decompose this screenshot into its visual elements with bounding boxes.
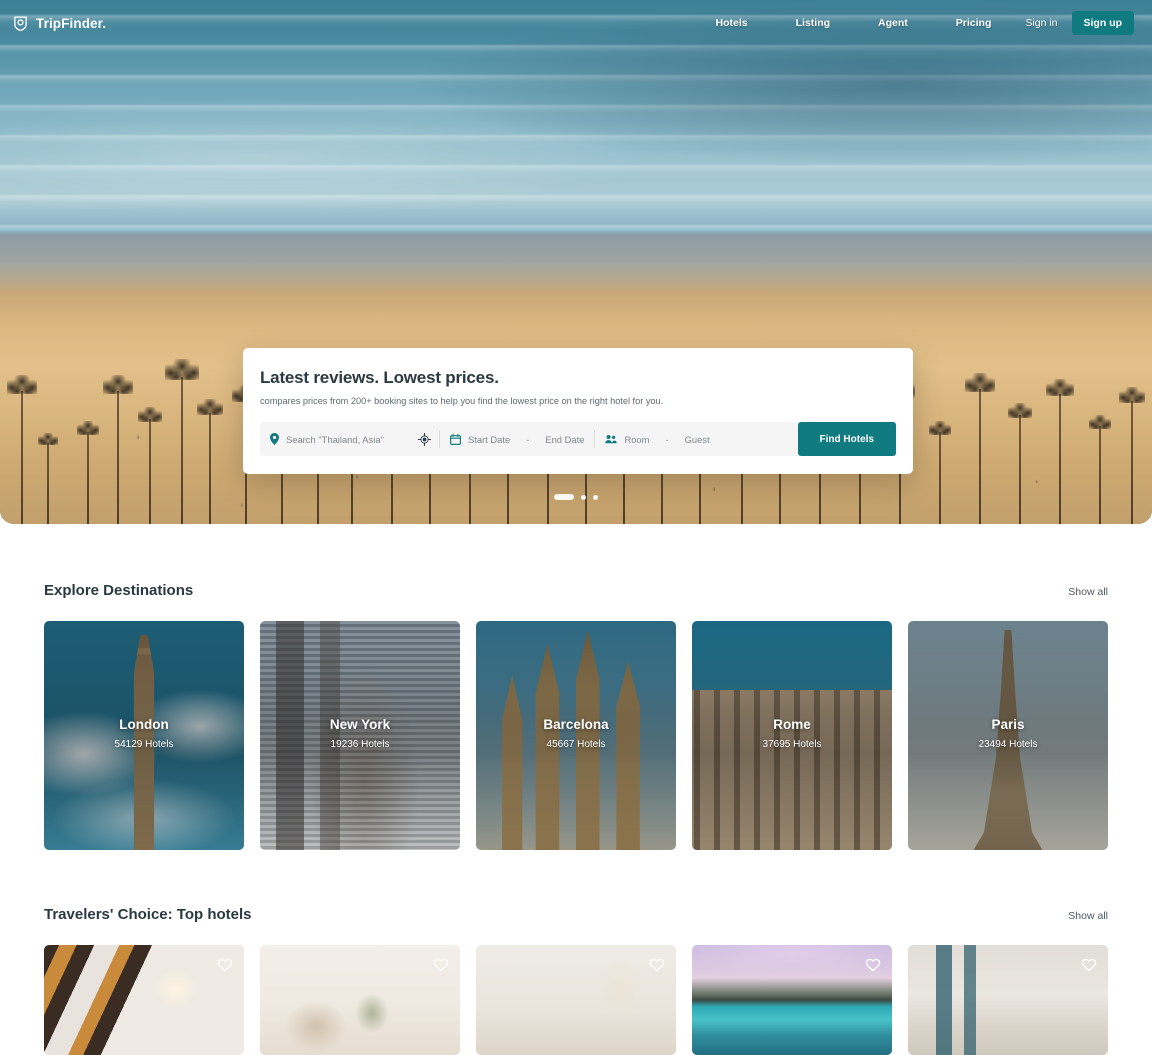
hotel-image — [44, 945, 244, 1055]
search-card-subtitle: compares prices from 200+ booking sites … — [260, 396, 664, 406]
auth-actions: Sign in Sign up — [1021, 11, 1134, 35]
destination-name: New York — [329, 717, 391, 732]
nav-link-hotels[interactable]: Hotels — [716, 11, 748, 35]
hotel-image — [692, 945, 892, 1055]
destination-card-grid: London 54129 Hotels New York 19236 Hotels Ba… — [44, 621, 1108, 850]
hero-search-card: Latest reviews. Lowest prices. compares … — [243, 348, 913, 474]
brand-logo[interactable]: TripFinder. — [12, 15, 106, 32]
destination-hotel-count: 19236 Hotels — [330, 739, 390, 750]
destination-hotel-count: 54129 Hotels — [114, 739, 174, 750]
guest-text: Guest — [684, 433, 710, 445]
guest-field[interactable]: Guest — [675, 422, 720, 456]
nav-link-agent[interactable]: Agent — [878, 11, 908, 35]
destination-card[interactable]: New York 19236 Hotels — [260, 621, 460, 850]
hotel-card[interactable] — [476, 945, 676, 1055]
destination-name: Paris — [991, 717, 1025, 732]
destination-hotel-count: 45667 Hotels — [546, 739, 606, 750]
guest-range-separator: - — [665, 433, 669, 445]
start-date-field[interactable]: Start Date — [440, 422, 520, 456]
heart-outline-icon — [217, 958, 233, 971]
top-hotels-show-all-link[interactable]: Show all — [1068, 910, 1108, 922]
hotel-image — [476, 945, 676, 1055]
nav-links: Hotels Listing Agent Pricing Sign in Sig… — [716, 11, 1134, 35]
destination-hotel-count: 37695 Hotels — [762, 739, 822, 750]
destination-card[interactable]: Barcelona 45667 Hotels — [476, 621, 676, 850]
hotel-card-grid — [44, 945, 1108, 1055]
start-date-text: Start Date — [468, 433, 511, 445]
room-field[interactable]: Room — [595, 422, 659, 456]
explore-section-header: Explore Destinations Show all — [44, 582, 1108, 599]
destination-label: London 54129 Hotels — [44, 717, 244, 750]
explore-title: Explore Destinations — [44, 582, 194, 599]
carousel-dot-2[interactable] — [581, 494, 586, 500]
hotel-card[interactable] — [692, 945, 892, 1055]
heart-outline-icon — [433, 958, 449, 971]
top-navigation-bar: TripFinder. Hotels Listing Agent Pricing… — [0, 0, 1152, 46]
hero-banner: TripFinder. Hotels Listing Agent Pricing… — [0, 0, 1152, 524]
people-icon — [605, 435, 618, 444]
favorite-button[interactable] — [864, 955, 882, 973]
hero-carousel-dots — [0, 494, 1152, 500]
destination-label: Barcelona 45667 Hotels — [476, 717, 676, 750]
heart-outline-icon — [649, 958, 665, 971]
use-my-location-button[interactable] — [410, 422, 439, 456]
search-bar: Search "Thailand, Asia" Start Date - End… — [260, 422, 896, 456]
hotel-image — [260, 945, 460, 1055]
destination-name: London — [119, 717, 169, 732]
end-date-text: End Date — [545, 433, 585, 445]
hotel-card[interactable] — [908, 945, 1108, 1055]
location-field[interactable]: Search "Thailand, Asia" — [260, 422, 410, 456]
hotel-image — [908, 945, 1108, 1055]
destination-name: Rome — [773, 717, 811, 732]
calendar-icon — [450, 433, 461, 445]
palm-crown — [165, 359, 199, 381]
sign-up-button[interactable]: Sign up — [1071, 11, 1134, 35]
map-pin-icon — [270, 433, 279, 445]
carousel-dot-1[interactable] — [554, 494, 574, 500]
destination-card[interactable]: London 54129 Hotels — [44, 621, 244, 850]
palm-crown — [965, 373, 995, 392]
heart-outline-icon — [1081, 958, 1097, 971]
favorite-button[interactable] — [1080, 955, 1098, 973]
heart-outline-icon — [865, 958, 881, 971]
sign-in-link[interactable]: Sign in — [1021, 11, 1061, 35]
explore-show-all-link[interactable]: Show all — [1068, 586, 1108, 598]
shield-badge-icon — [14, 15, 27, 31]
top-hotels-section-header: Travelers' Choice: Top hotels Show all — [44, 906, 1108, 923]
destination-label: Rome 37695 Hotels — [692, 717, 892, 750]
favorite-button[interactable] — [432, 955, 450, 973]
location-input-text: Search "Thailand, Asia" — [286, 433, 384, 445]
destination-name: Barcelona — [543, 717, 609, 732]
hotel-card[interactable] — [260, 945, 460, 1055]
search-card-title: Latest reviews. Lowest prices. — [260, 368, 499, 387]
nav-link-listing[interactable]: Listing — [796, 11, 830, 35]
brand-name: TripFinder. — [36, 15, 107, 31]
carousel-dot-3[interactable] — [593, 494, 598, 500]
destination-card[interactable]: Paris 23494 Hotels — [908, 621, 1108, 850]
destination-label: Paris 23494 Hotels — [908, 717, 1108, 750]
palm-crown — [1046, 379, 1074, 397]
find-hotels-button[interactable]: Find Hotels — [797, 422, 896, 456]
favorite-button[interactable] — [648, 955, 666, 973]
nav-link-pricing[interactable]: Pricing — [956, 11, 992, 35]
destination-card[interactable]: Rome 37695 Hotels — [692, 621, 892, 850]
end-date-field[interactable]: End Date — [535, 422, 594, 456]
destination-label: New York 19236 Hotels — [260, 717, 460, 750]
room-text: Room — [624, 433, 650, 445]
crosshair-gps-icon — [418, 432, 431, 446]
palm-crown — [103, 375, 133, 394]
favorite-button[interactable] — [216, 955, 234, 973]
explore-destinations-section: Explore Destinations Show all London 5412… — [0, 582, 1152, 850]
date-range-separator: - — [526, 433, 530, 445]
destination-hotel-count: 23494 Hotels — [978, 739, 1038, 750]
hotel-card[interactable] — [44, 945, 244, 1055]
palm-crown — [7, 375, 37, 394]
top-hotels-section: Travelers' Choice: Top hotels Show all — [0, 906, 1152, 1055]
top-hotels-title: Travelers' Choice: Top hotels — [44, 906, 252, 923]
